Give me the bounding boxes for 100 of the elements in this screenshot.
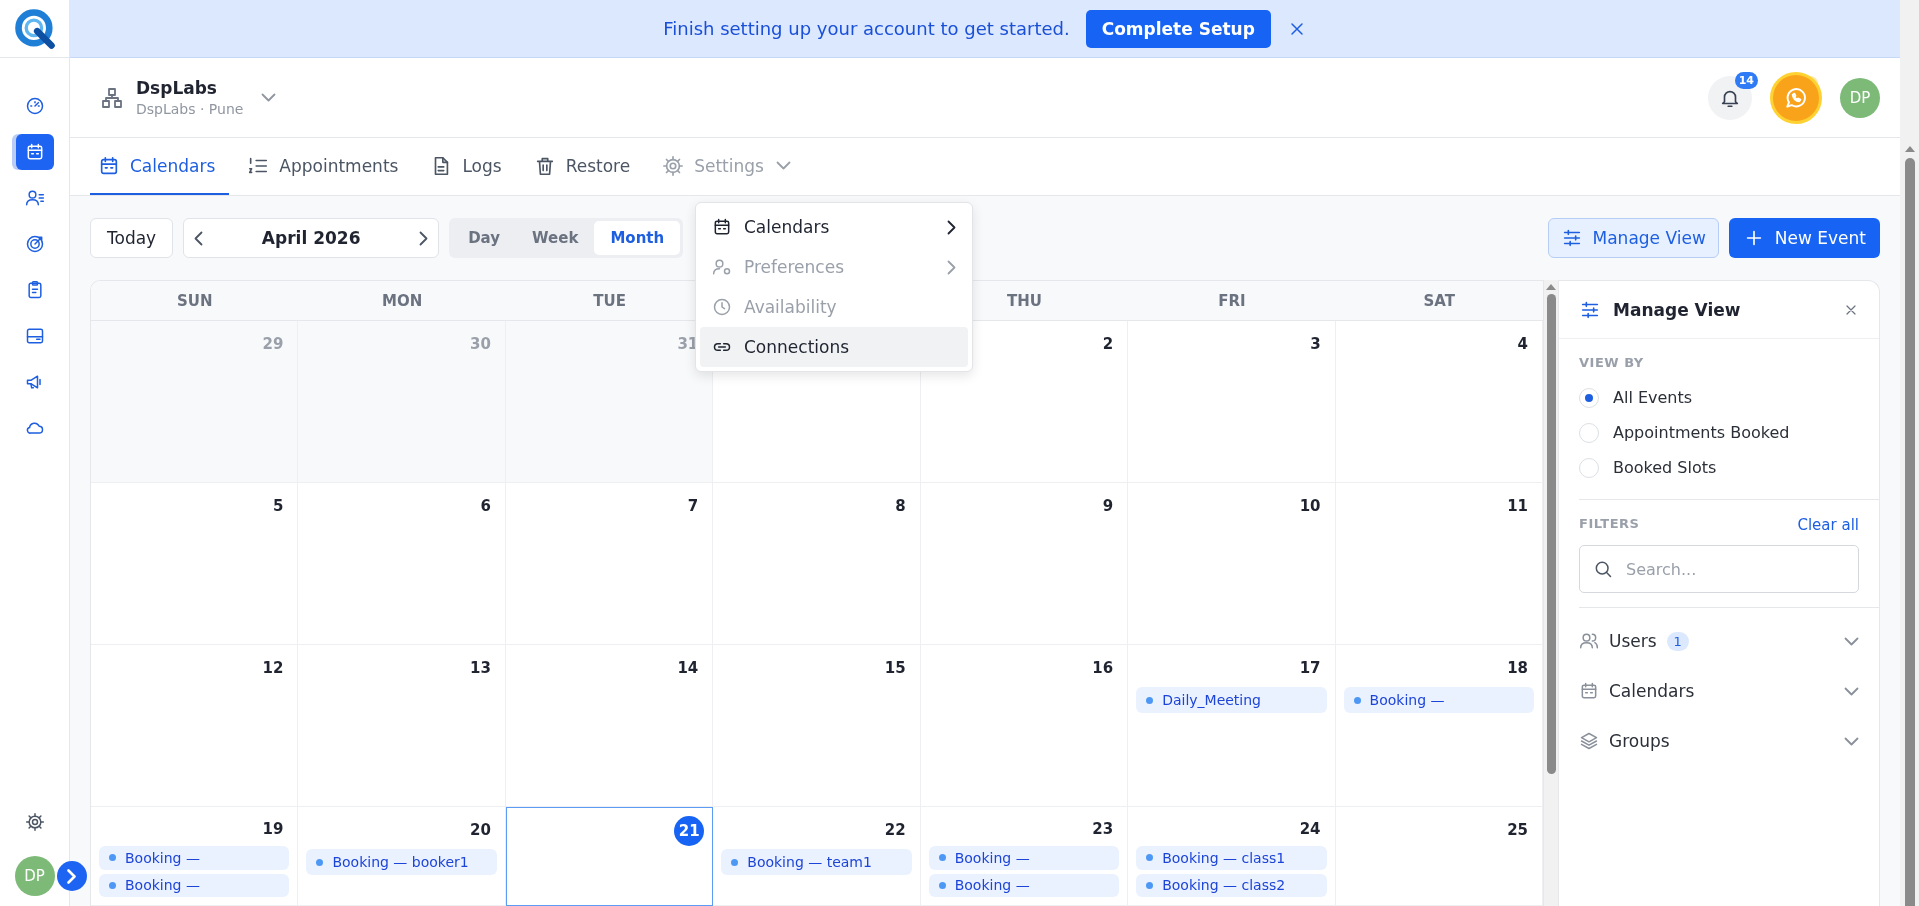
filter-section[interactable]: Calendars <box>1579 666 1859 716</box>
clear-all-link[interactable]: Clear all <box>1797 516 1859 545</box>
day-cell[interactable]: 25 <box>1335 807 1543 906</box>
date-number: 29 <box>262 335 284 353</box>
day-cell[interactable]: 23 Booking — Booking — <box>920 807 1129 906</box>
user-settings-icon <box>712 257 732 277</box>
view-tab[interactable]: Week <box>516 221 595 255</box>
card-icon <box>24 326 45 346</box>
day-cell[interactable]: 7 <box>505 483 714 645</box>
day-cell[interactable]: 10 <box>1128 483 1336 645</box>
date-number: 23 <box>1092 819 1114 838</box>
users-icon <box>1579 631 1599 651</box>
event-chip[interactable]: Booking — class1 <box>1136 846 1327 870</box>
weekday-label: TUE <box>592 290 627 312</box>
day-cell[interactable]: 13 <box>298 645 506 807</box>
event-chip[interactable]: Booking — class2 <box>1136 873 1327 897</box>
day-cell[interactable]: 12 <box>91 645 299 807</box>
contacts-icon <box>24 188 45 208</box>
today-button[interactable]: Today <box>90 218 174 258</box>
view-tab[interactable]: Month <box>594 221 681 255</box>
day-cell[interactable]: 18 Booking — <box>1335 645 1543 807</box>
settings-icon <box>662 154 685 177</box>
tab[interactable]: Appointments <box>239 138 413 195</box>
tab[interactable]: Logs <box>422 138 516 195</box>
event-chip[interactable]: Booking — <box>99 846 290 870</box>
event-chip[interactable]: Booking — <box>928 873 1120 897</box>
date-number: 21 <box>674 816 705 846</box>
page-scrollbar[interactable] <box>1900 0 1919 906</box>
event-dot <box>938 881 946 889</box>
day-cell[interactable]: 6 <box>298 483 506 645</box>
previous-button[interactable] <box>194 230 204 246</box>
search-field[interactable]: Search... <box>1579 545 1859 593</box>
event-chip[interactable]: Booking — <box>99 873 290 897</box>
event-dot <box>1353 696 1361 704</box>
event-dot <box>731 858 739 866</box>
settings-icon <box>24 812 45 832</box>
chevron-down-icon <box>1844 686 1859 696</box>
expand-sidebar-button[interactable] <box>56 861 87 891</box>
day-cell[interactable]: 5 <box>91 483 299 645</box>
day-cell[interactable]: 24 Booking — class1 Booking — class2 <box>1128 807 1336 906</box>
menu-item[interactable]: Connections <box>700 327 968 367</box>
filter-section[interactable]: Users 1 <box>1579 616 1859 666</box>
day-cell[interactable]: 21 <box>505 807 714 906</box>
date-number: 2 <box>1102 335 1114 353</box>
notifications-button[interactable] <box>1708 75 1752 120</box>
radio-label: Booked Slots <box>1613 458 1717 477</box>
filter-section[interactable]: Groups <box>1579 716 1859 766</box>
calendar-icon <box>712 217 732 237</box>
scrollbar[interactable] <box>1544 280 1558 906</box>
day-cell[interactable]: 11 <box>1335 483 1543 645</box>
day-cell[interactable]: 3 <box>1128 321 1336 483</box>
hierarchy-icon <box>100 85 124 110</box>
chevron-down-icon <box>1844 636 1859 646</box>
menu-item[interactable]: Calendars <box>700 207 968 247</box>
date-number: 8 <box>895 497 906 515</box>
weekday-label: FRI <box>1217 290 1247 312</box>
sidebar-item[interactable] <box>15 134 54 170</box>
date-number: 24 <box>1299 819 1321 838</box>
day-cell[interactable]: 2 <box>920 321 1129 483</box>
day-cell[interactable]: 16 <box>920 645 1129 807</box>
day-cell[interactable]: 8 <box>713 483 921 645</box>
target-icon <box>24 234 45 254</box>
view-tab[interactable]: Day <box>452 221 517 255</box>
chevron-down-icon <box>1844 736 1859 746</box>
event-chip[interactable]: Booking — <box>1343 687 1534 713</box>
banner-message: Finish setting up your account to get started. <box>663 18 1070 39</box>
radio-label: All Events <box>1613 388 1693 407</box>
date-number: 25 <box>1507 821 1528 839</box>
day-cell[interactable]: 17 Daily_Meeting <box>1128 645 1336 807</box>
weekday-label: MON <box>381 290 424 312</box>
date-number: 19 <box>262 819 284 838</box>
date-number: 7 <box>687 497 699 515</box>
complete-setup-button[interactable]: Complete Setup <box>1085 9 1271 48</box>
event-dot <box>109 854 116 862</box>
panel-title: Manage View <box>1613 299 1741 320</box>
event-chip[interactable]: Booking — <box>928 846 1120 870</box>
day-cell[interactable]: 14 <box>505 645 714 807</box>
day-cell[interactable]: 4 <box>1335 321 1543 483</box>
day-cell[interactable]: 19 Booking — Booking — <box>91 807 299 906</box>
day-cell[interactable]: 22 Booking — team1 <box>713 807 921 906</box>
weekday-label: SAT <box>1422 290 1456 312</box>
event-chip[interactable]: Booking — booker1 <box>306 849 497 875</box>
tab[interactable]: Restore <box>525 138 645 195</box>
event-dot <box>109 881 116 889</box>
day-cell[interactable]: 15 <box>713 645 921 807</box>
day-cell[interactable]: 20 Booking — booker1 <box>298 807 506 906</box>
date-number: 6 <box>480 497 491 515</box>
date-number: 15 <box>884 659 906 677</box>
day-cell[interactable]: 9 <box>920 483 1129 645</box>
event-dot <box>1146 881 1154 889</box>
event-chip[interactable]: Daily_Meeting <box>1136 687 1327 713</box>
date-number: 14 <box>677 659 699 677</box>
event-chip[interactable]: Booking — team1 <box>721 849 912 875</box>
new-event-button[interactable]: New Event <box>1728 218 1880 258</box>
manage-view-button[interactable]: Manage View <box>1547 218 1719 258</box>
gauge-icon <box>24 96 45 116</box>
clock-icon <box>712 297 732 317</box>
date-number: 10 <box>1299 497 1321 515</box>
next-button[interactable] <box>419 230 429 246</box>
org-switcher[interactable]: DspLabs DspLabs · Pune <box>100 78 277 117</box>
